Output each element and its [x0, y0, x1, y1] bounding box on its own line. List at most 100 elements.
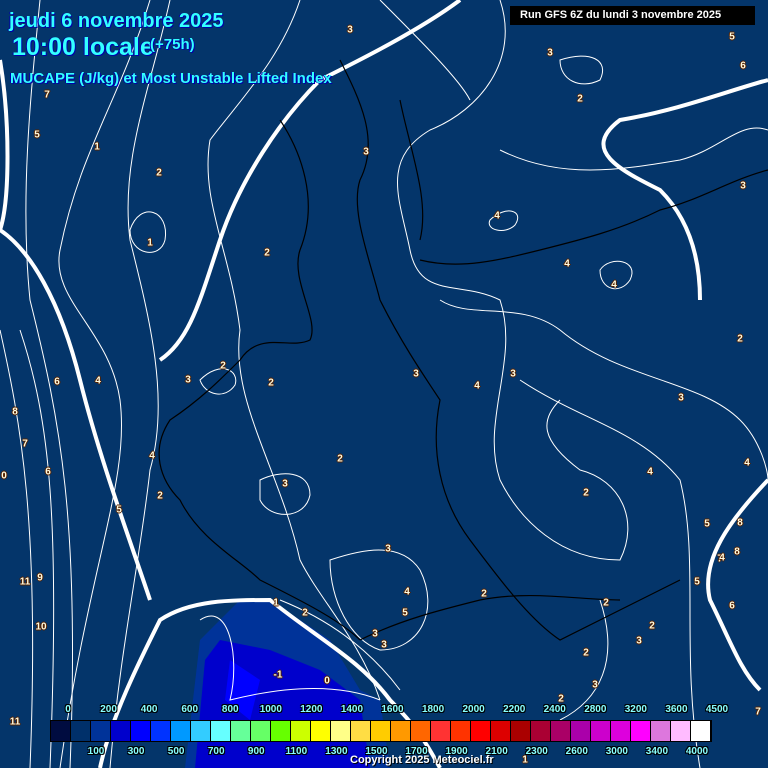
contour-label: 5 [402, 607, 408, 619]
contour-label: 3 [413, 368, 419, 380]
colorbar-swatch [471, 721, 491, 741]
contour-label: 6 [740, 60, 746, 72]
colorbar-swatch [211, 721, 231, 741]
contour-label: 6 [729, 600, 735, 612]
colorbar-tick-top: 1600 [381, 704, 404, 715]
colorbar-tick-top: 800 [221, 704, 239, 715]
colorbar-tick-top: 1400 [340, 704, 364, 715]
colorbar-tick-bottom: 300 [127, 746, 145, 757]
cape-shading [185, 600, 390, 768]
colorbar-swatch [131, 721, 151, 741]
colorbar-tick-top: 2000 [462, 704, 485, 715]
contour-label: 3 [547, 47, 553, 59]
contour-label: 4 [611, 279, 617, 291]
contour-label: 2 [737, 333, 743, 345]
contour-label: 3 [185, 374, 191, 386]
colorbar-tick-bottom: 900 [247, 746, 265, 757]
contour-label: 3 [363, 146, 369, 158]
colorbar-swatch [411, 721, 431, 741]
contour-label: 6 [54, 376, 60, 388]
colorbar-tick-bottom: 3400 [645, 746, 669, 757]
parameter-title: MUCAPE (J/kg) et Most Unstable Lifted In… [10, 70, 332, 87]
contour-label: 4 [95, 375, 101, 387]
contour-label: 4 [647, 466, 653, 478]
contour-label: 2 [577, 93, 583, 105]
colorbar-swatch [511, 721, 531, 741]
contour-label: 8 [737, 517, 743, 529]
colorbar-tick-top: 2200 [503, 704, 526, 715]
zero-contours [0, 0, 768, 768]
contour-label: 3 [592, 679, 598, 691]
colorbar-swatch [671, 721, 691, 741]
contour-label: 7 [22, 438, 28, 450]
contour-label: 2 [337, 453, 343, 465]
colorbar-tick-bottom: 500 [167, 746, 185, 757]
contour-label: 5 [34, 129, 40, 141]
contour-label: 3 [347, 24, 353, 36]
colorbar-tick-top: 1200 [300, 704, 323, 715]
colorbar-swatch [331, 721, 351, 741]
contour-label: 0 [1, 470, 7, 482]
contour-label: 4 [564, 258, 570, 270]
colorbar-swatch [391, 721, 411, 741]
colorbar-tick-top: 3200 [624, 704, 647, 715]
colorbar-tick-bottom: 100 [87, 746, 105, 757]
colorbar-swatch [371, 721, 391, 741]
copyright: Copyright 2025 Meteociel.fr [350, 754, 494, 766]
contour-label: 10 [35, 621, 47, 633]
contour-label: -1 [273, 669, 283, 681]
contour-label: 8 [12, 406, 18, 418]
contour-label: 3 [381, 639, 387, 651]
colorbar-tick-bottom: 3000 [605, 746, 628, 757]
colorbar-tick-bottom: 1300 [325, 746, 348, 757]
colorbar-swatch [91, 721, 111, 741]
contour-label: 2 [558, 693, 564, 705]
contour-label: 6 [45, 466, 51, 478]
contour-label: 8 [734, 546, 740, 558]
colorbar-swatch [111, 721, 131, 741]
colorbar-swatch [611, 721, 631, 741]
colorbar-tick-top: 200 [100, 704, 117, 715]
contour-label: 4 [744, 457, 750, 469]
contour-label: 2 [302, 607, 308, 619]
colorbar-swatch [231, 721, 251, 741]
contour-label: 2 [156, 167, 162, 179]
forecast-lead: (+75h) [150, 36, 195, 53]
colorbar-swatch [191, 721, 211, 741]
contour-label: 4 [474, 380, 480, 392]
colorbar-swatch [151, 721, 171, 741]
colorbar-swatch [51, 721, 71, 741]
contour-label: 2 [157, 490, 163, 502]
contour-label: 5 [704, 518, 710, 530]
colorbar-swatch [571, 721, 591, 741]
colorbar-tick-top: 1000 [259, 704, 282, 715]
contour-label: 2 [264, 247, 270, 259]
forecast-time: 10:00 locale [12, 33, 154, 61]
contour-label: 3 [740, 180, 746, 192]
colorbar-swatch [651, 721, 671, 741]
contour-label: 3 [282, 478, 288, 490]
contour-label: 11 [19, 576, 31, 588]
colorbar-tick-top: 1800 [421, 704, 445, 715]
contour-label: 5 [729, 31, 735, 43]
colorbar-tick-bottom: 700 [207, 746, 225, 757]
colorbar-tick-top: 2800 [584, 704, 607, 715]
colorbar-tick-top: 4500 [705, 704, 729, 715]
contour-label: 2 [603, 597, 609, 609]
contour-label: 1 [94, 141, 100, 153]
colorbar-swatch [71, 721, 91, 741]
colorbar-swatch [531, 721, 551, 741]
contour-label: 3 [510, 368, 516, 380]
contour-label: 2 [481, 588, 487, 600]
colorbar-tick-top: 0 [65, 704, 71, 715]
colorbar-swatch [631, 721, 651, 741]
colorbar-swatch [451, 721, 471, 741]
contour-label: 3 [636, 635, 642, 647]
colorbar-swatch [311, 721, 331, 741]
contour-label: 3 [678, 392, 684, 404]
contour-label: 2 [583, 647, 589, 659]
contour-label: 5 [116, 504, 122, 516]
contour-label: 1 [147, 237, 153, 249]
colorbar-swatch [431, 721, 451, 741]
run-label: Run GFS 6Z du lundi 3 novembre 2025 [510, 6, 755, 25]
